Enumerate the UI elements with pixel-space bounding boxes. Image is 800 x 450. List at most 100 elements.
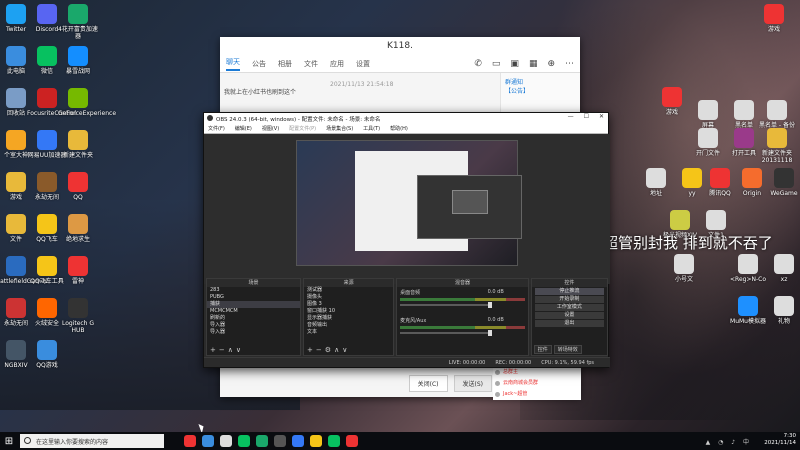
desktop-shortcut[interactable]: 新建文件夹 [58,130,98,159]
taskbar-app-icon[interactable] [346,435,358,447]
close-icon[interactable]: ✕ [599,113,604,120]
tab-transitions[interactable]: 转场特效 [553,345,582,354]
phone-icon[interactable]: ✆ [474,59,482,69]
desktop-shortcut[interactable]: MuMu模拟器 [728,296,768,325]
desktop-shortcut[interactable]: 绝地求生 [58,214,98,243]
list-item[interactable]: 云南商城会员群 [493,378,581,389]
desktop-shortcut[interactable]: 开门文件 [688,128,728,157]
chat-tab-chat[interactable]: 聊天 [226,57,240,71]
exit-button[interactable]: 退出 [534,320,604,327]
tab-controls[interactable]: 控件 [533,345,552,354]
desktop-shortcut[interactable]: Logitech G HUB [58,298,98,334]
desktop-shortcut[interactable]: 小号文 [664,254,704,283]
desktop-shortcut[interactable]: xz [764,254,800,283]
desktop-shortcut[interactable]: 地址 [636,168,676,197]
chat-tab-album[interactable]: 相册 [278,59,292,69]
taskbar-search-input[interactable]: 在这里输入你要搜索的内容 [20,434,164,448]
scene-item[interactable]: 捕获 [207,301,301,308]
scene-item[interactable]: MCMCMCM [207,308,300,315]
desktop-shortcut[interactable]: QQ [58,172,98,201]
close-button[interactable]: 关闭(C) [408,374,448,392]
scene-item[interactable]: 283 [207,287,300,294]
scene-item[interactable]: 导入器 [207,329,300,336]
clock[interactable]: 7:30 2021/11/14 [764,433,796,447]
taskbar-app-icon[interactable] [238,435,250,447]
source-item[interactable]: 图像 3 [304,301,393,308]
taskbar-app-icon[interactable] [274,435,286,447]
source-item[interactable]: 窗口捕获 10 [304,308,393,315]
desktop-shortcut[interactable]: QQ游戏 [27,340,67,369]
taskbar-app-icon[interactable] [202,435,214,447]
desktop-shortcut[interactable]: 礼物 [764,296,800,325]
desktop-shortcut[interactable]: 屏幕 [688,100,728,129]
chat-tab-settings[interactable]: 设置 [356,59,370,69]
chat-tab-files[interactable]: 文件 [304,59,318,69]
scene-item[interactable]: PUBG [207,294,300,301]
chat-tab-apps[interactable]: 应用 [330,59,344,69]
scene-item[interactable]: 导入器 [207,322,300,329]
obs-window[interactable]: OBS 24.0.3 (64-bit, windows) - 配置文件: 未命名… [203,112,610,368]
system-tray-icons[interactable]: ▲ ◔ ♪ 中 [706,437,752,446]
settings-button[interactable]: 设置 [534,312,604,319]
start-recording-button[interactable]: 开始录制 [534,296,604,303]
chevron-up-icon[interactable]: ∧ [334,346,342,354]
chevron-up-icon[interactable]: ∧ [228,346,236,354]
desktop-shortcut[interactable]: 雷神 [58,256,98,285]
send-button[interactable]: 发送(S) [453,374,492,392]
stop-streaming-button[interactable]: 停止推流 [534,288,604,295]
obs-preview[interactable] [204,134,610,284]
desktop-shortcut[interactable]: WeGame [764,168,800,197]
source-item[interactable]: 文本 [304,329,393,336]
add-icon[interactable]: + [307,346,316,354]
menu-file[interactable]: 文件(F) [208,125,225,132]
studio-mode-button[interactable]: 工作室模式 [534,304,604,311]
menu-view[interactable]: 视图(V) [262,125,279,132]
desktop-shortcut[interactable]: 游戏 [754,4,794,33]
status-rec: REC: 00:00:00 [495,359,532,366]
desktop-shortcut[interactable]: 4花开富贵加速器 [58,4,98,40]
video-icon[interactable]: ▭ [492,59,501,69]
source-item[interactable]: 显示器捕获 [304,315,393,322]
list-item[interactable]: 总群主 [493,367,581,378]
chat-tab-notice[interactable]: 公告 [252,59,266,69]
desktop-shortcut[interactable]: GeForceExperience [58,88,116,117]
menu-edit[interactable]: 编辑(E) [235,125,252,132]
desktop-shortcut[interactable]: 新建文件夹20131118 [757,128,797,164]
gear-icon[interactable]: ⚙ [325,346,334,354]
taskbar-app-icon[interactable] [220,435,232,447]
source-item[interactable]: 测试器 [304,287,393,294]
chevron-down-icon[interactable]: ∨ [236,346,244,354]
menu-tools[interactable]: 工具(T) [363,125,380,132]
remove-icon[interactable]: − [219,346,228,354]
desktop-shortcut[interactable]: 暴雪战网 [58,46,98,75]
taskbar-app-icon[interactable] [328,435,340,447]
add-icon[interactable]: + [210,346,219,354]
menu-help[interactable]: 帮助(H) [390,125,408,132]
source-item[interactable]: 音频输出 [304,322,393,329]
desktop-shortcut[interactable]: <Reg>N-Co [728,254,768,283]
remove-icon[interactable]: − [316,346,325,354]
geforce-icon [68,88,88,108]
taskbar-app-icon[interactable] [256,435,268,447]
maximize-icon[interactable]: ☐ [584,113,589,120]
taskbar-app-icon[interactable] [184,435,196,447]
list-item[interactable]: Jack~超管 [493,389,581,400]
minimize-icon[interactable]: — [568,113,574,120]
more-icon[interactable]: ⋯ [565,59,574,69]
taskbar-app-icon[interactable] [292,435,304,447]
add-icon[interactable]: ⊕ [547,59,555,69]
chevron-down-icon[interactable]: ∨ [342,346,350,354]
menu-profile[interactable]: 配置文件(P) [289,125,316,132]
scene-item[interactable]: 刷新的 [207,315,300,322]
app-icon[interactable]: ▦ [529,59,538,69]
menu-scene-collection[interactable]: 场景集合(S) [326,125,353,132]
taskbar-app-icon[interactable] [310,435,322,447]
desktop-shortcut[interactable]: 游戏 [652,87,692,116]
screen-share-icon[interactable]: ▣ [510,59,519,69]
windows-start-icon[interactable]: ⊞ [0,432,18,450]
mixer-channel-db: 0.0 dB [487,317,504,323]
volume-slider[interactable] [400,302,493,308]
desktop-shortcut[interactable]: 黑名单 - 备份 [757,100,797,129]
volume-slider[interactable] [400,330,493,336]
source-item[interactable]: 摄像头 [304,294,393,301]
